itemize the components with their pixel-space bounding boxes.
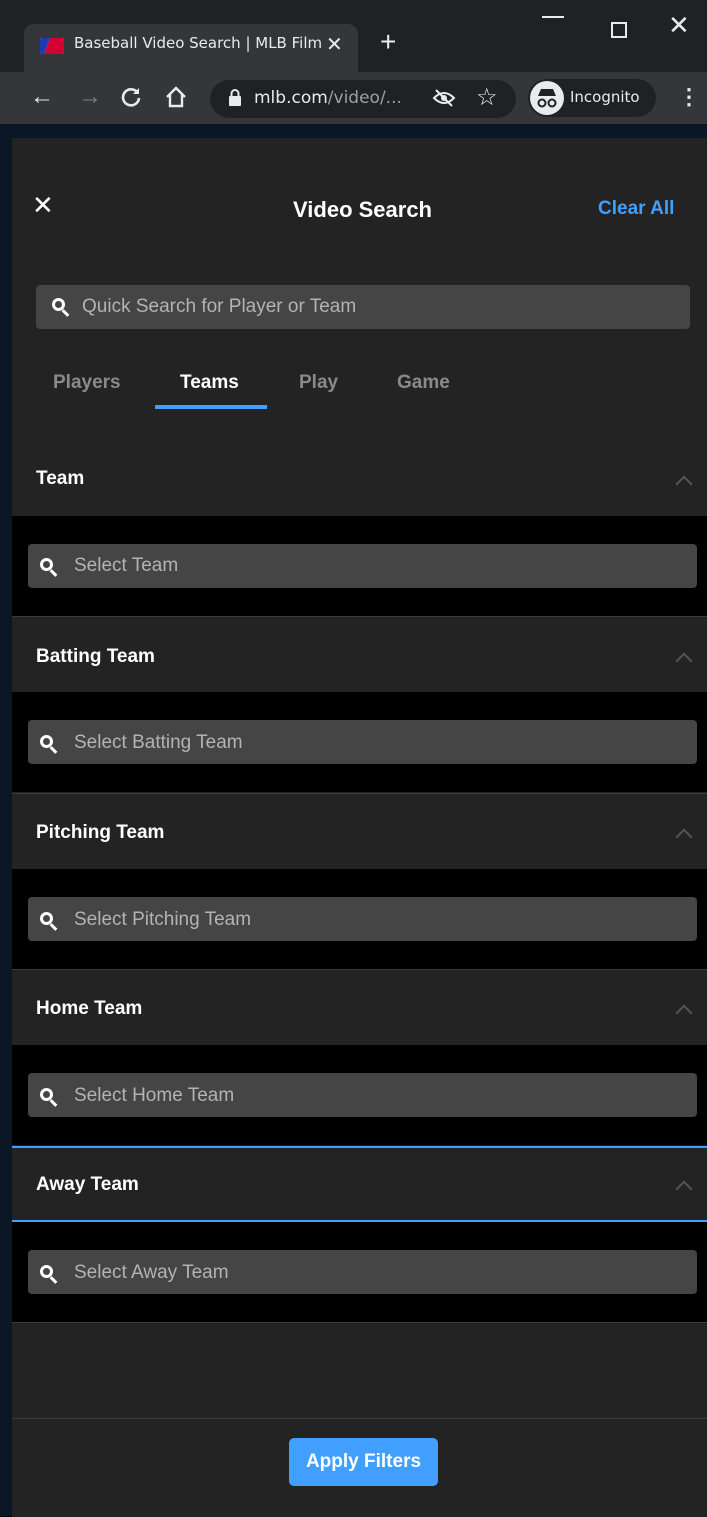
- tab-teams[interactable]: Teams: [180, 372, 239, 394]
- section-label-away-team: Away Team: [36, 1174, 139, 1195]
- forward-arrow-icon[interactable]: →: [78, 83, 102, 111]
- apply-filters-button[interactable]: Apply Filters: [289, 1438, 438, 1486]
- select-team-placeholder: Select Team: [74, 555, 179, 576]
- url-domain: mlb.com: [254, 88, 328, 108]
- search-icon: [40, 1088, 53, 1101]
- active-tab-indicator: [155, 405, 267, 409]
- new-tab-icon[interactable]: +: [380, 28, 396, 56]
- section-label-pitching-team: Pitching Team: [36, 822, 165, 843]
- search-icon: [52, 298, 65, 311]
- tab-players[interactable]: Players: [53, 372, 121, 394]
- bookmark-star-icon[interactable]: ☆: [476, 83, 498, 112]
- search-icon: [40, 1265, 53, 1278]
- select-home-team-placeholder: Select Home Team: [74, 1085, 235, 1106]
- incognito-label: Incognito: [570, 88, 640, 106]
- tab-play[interactable]: Play: [299, 372, 338, 394]
- search-icon: [40, 558, 53, 571]
- search-icon: [40, 912, 53, 925]
- section-label-home-team: Home Team: [36, 998, 143, 1019]
- maximize-icon[interactable]: [611, 22, 627, 38]
- section-header-team[interactable]: [12, 440, 707, 516]
- select-batting-team-placeholder: Select Batting Team: [74, 732, 243, 753]
- url-text[interactable]: mlb.com/video/...: [254, 88, 402, 108]
- select-away-team-placeholder: Select Away Team: [74, 1262, 229, 1283]
- reload-icon[interactable]: [120, 86, 142, 108]
- minimize-icon[interactable]: [542, 16, 564, 18]
- tab-game[interactable]: Game: [397, 372, 450, 394]
- url-path: /video/...: [327, 88, 402, 108]
- incognito-icon: [530, 81, 564, 115]
- menu-kebab-icon[interactable]: ⋮: [678, 84, 700, 110]
- search-icon: [40, 735, 53, 748]
- section-label-batting-team: Batting Team: [36, 646, 155, 667]
- window-close-icon[interactable]: ✕: [668, 10, 690, 41]
- select-pitching-team-placeholder: Select Pitching Team: [74, 909, 252, 930]
- divider: [12, 1322, 707, 1323]
- back-arrow-icon[interactable]: ←: [30, 83, 54, 111]
- mlb-logo-icon: [40, 38, 64, 54]
- clear-all-button[interactable]: Clear All: [598, 198, 674, 220]
- tab-title: Baseball Video Search | MLB Film: [74, 34, 323, 52]
- tab-close-icon[interactable]: ✕: [326, 32, 343, 57]
- home-icon[interactable]: [164, 85, 188, 109]
- lock-icon[interactable]: [228, 89, 242, 107]
- eye-off-icon[interactable]: [432, 87, 456, 109]
- section-label-team: Team: [36, 468, 85, 489]
- quick-search-placeholder: Quick Search for Player or Team: [82, 296, 357, 317]
